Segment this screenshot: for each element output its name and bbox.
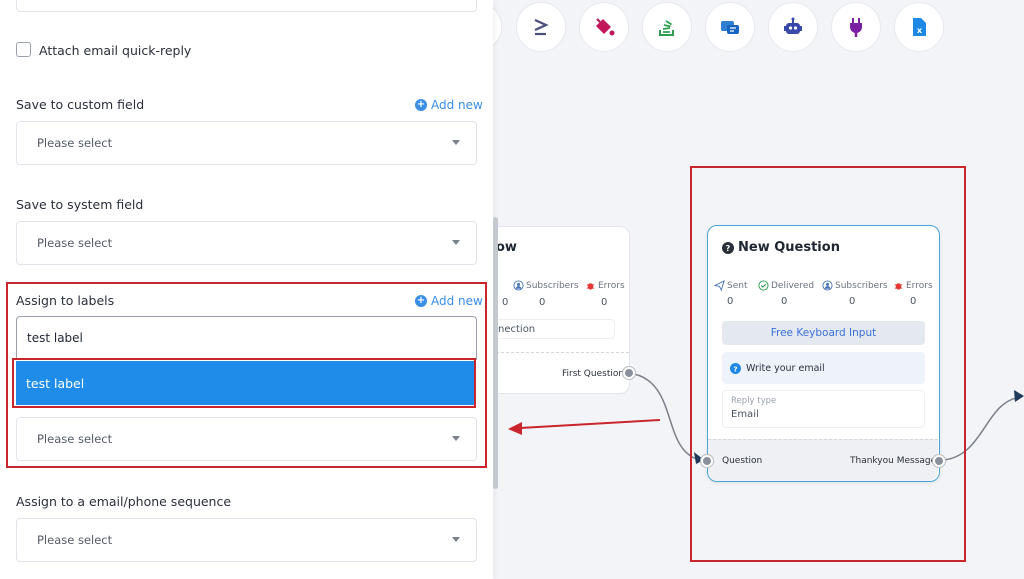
caret-down-icon — [452, 140, 460, 145]
add-new-custom-field-link[interactable]: + Add new — [415, 98, 483, 112]
card-title-fragment: ow — [496, 240, 517, 255]
user-circle-icon — [513, 280, 524, 291]
system-field-label: Save to system field — [16, 197, 144, 212]
stat-label-subscribers: Subscribers — [513, 280, 579, 291]
bug-icon — [586, 283, 595, 290]
caret-down-icon — [452, 240, 460, 245]
output-port[interactable] — [623, 367, 635, 379]
annotation-arrow — [519, 419, 661, 429]
top-select-partial[interactable] — [16, 0, 477, 12]
annotation-highlight-option — [12, 358, 476, 408]
stat-value: 0 — [502, 297, 509, 308]
annotation-arrowhead — [508, 422, 522, 435]
custom-field-select[interactable]: Please select — [16, 121, 477, 165]
stat-label-errors: Errors — [585, 280, 625, 291]
connector-arrowhead-out — [1014, 390, 1024, 402]
attach-quick-reply-label: Attach email quick-reply — [39, 43, 192, 58]
sequence-label: Assign to a email/phone sequence — [16, 494, 232, 509]
sidebar-scrollbar[interactable] — [493, 217, 498, 489]
settings-panel: Attach email quick-reply Save to custom … — [0, 0, 493, 579]
output-port-label: First Question — [562, 369, 625, 379]
attach-quick-reply-checkbox[interactable] — [16, 42, 31, 57]
plus-circle-icon: + — [415, 99, 427, 111]
sequence-select[interactable]: Please select — [16, 518, 477, 562]
system-field-select[interactable]: Please select — [16, 221, 477, 265]
stat-value-subscribers: 0 — [539, 297, 546, 308]
custom-field-label: Save to custom field — [16, 97, 145, 112]
caret-down-icon — [452, 537, 460, 542]
stat-value-errors: 0 — [601, 297, 608, 308]
annotation-highlight-card — [690, 166, 966, 562]
